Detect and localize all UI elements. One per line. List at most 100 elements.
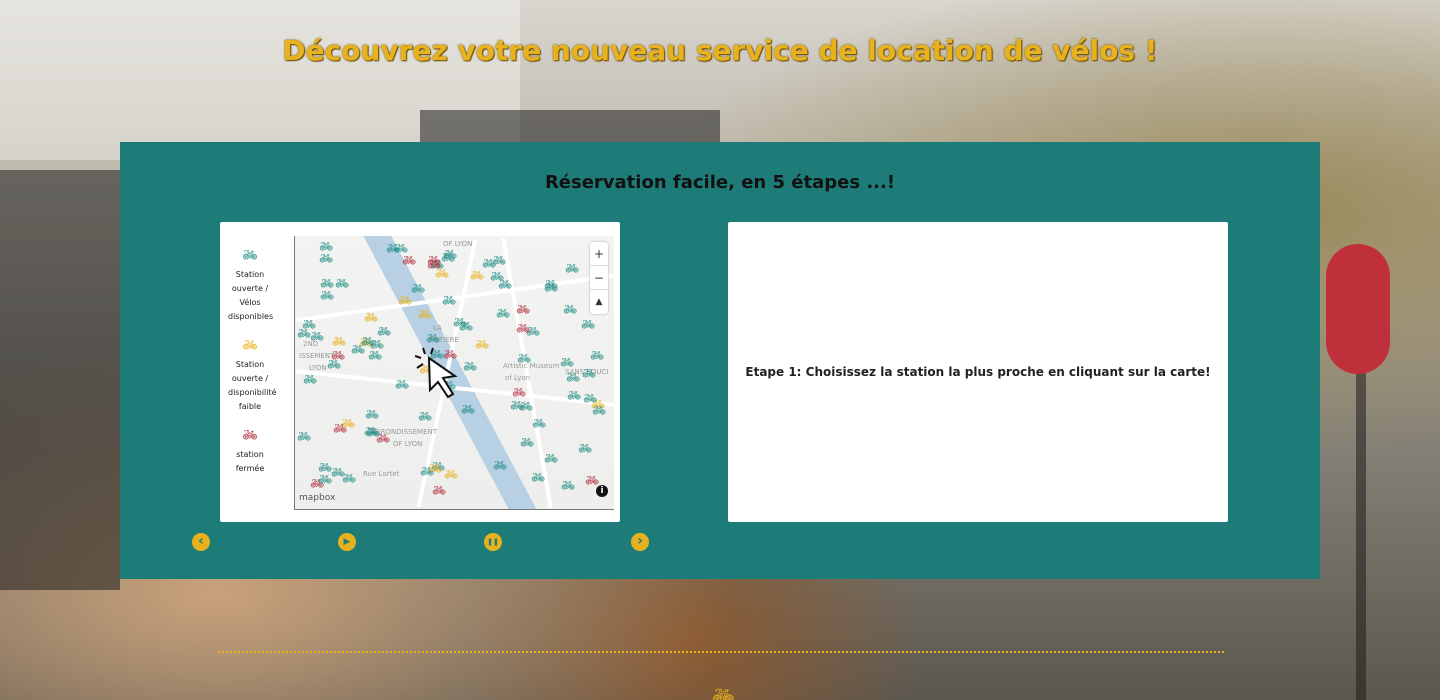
map-label: OF LYON xyxy=(443,240,473,248)
bike-icon: 🚲︎ xyxy=(242,248,258,262)
cursor-click-icon xyxy=(415,347,458,399)
station-marker[interactable]: 🚲︎ xyxy=(498,279,512,290)
station-marker[interactable]: 🚲︎ xyxy=(420,466,434,477)
slideshow-play-button[interactable]: ▶ xyxy=(338,533,356,551)
station-marker[interactable]: 🚲︎ xyxy=(578,443,592,454)
station-marker[interactable]: 🚲︎ xyxy=(402,255,416,266)
station-marker[interactable]: 🚲︎ xyxy=(565,263,579,274)
station-marker[interactable]: 🚲︎ xyxy=(592,405,606,416)
station-marker[interactable]: 🚲︎ xyxy=(303,374,317,385)
station-marker[interactable]: 🚲︎ xyxy=(418,309,432,320)
station-marker[interactable]: 🚲︎ xyxy=(297,431,311,442)
slideshow-prev-button[interactable]: ‹ xyxy=(192,533,210,551)
station-marker[interactable]: 🚲︎ xyxy=(365,409,379,420)
station-marker[interactable]: 🚲︎ xyxy=(475,339,489,350)
station-marker[interactable]: 🚲︎ xyxy=(520,437,534,448)
background-awning xyxy=(420,110,720,142)
section-divider xyxy=(218,651,1224,653)
station-marker[interactable]: 🚲︎ xyxy=(444,469,458,480)
station-marker[interactable]: 🚲︎ xyxy=(319,253,333,264)
station-map: OF LYON 2ND ISSEMENT LYON LA POTIÈRE Art… xyxy=(294,236,614,510)
station-marker[interactable]: 🚲︎ xyxy=(432,485,446,496)
map-label: Rue Lortet xyxy=(363,470,400,478)
map-legend: 🚲︎ Station ouverte / Vélos disponibles 🚲… xyxy=(228,248,277,490)
station-marker[interactable]: 🚲︎ xyxy=(426,333,440,344)
station-marker[interactable]: 🚲︎ xyxy=(441,252,455,263)
station-marker[interactable]: 🚲︎ xyxy=(333,423,347,434)
slideshow-image: 🚲︎ Station ouverte / Vélos disponibles 🚲… xyxy=(220,222,620,522)
station-marker[interactable]: 🚲︎ xyxy=(482,258,496,269)
station-marker[interactable]: 🚲︎ xyxy=(583,393,597,404)
legend-item-available: 🚲︎ Station ouverte / Vélos disponibles xyxy=(228,248,274,324)
page-title: Découvrez votre nouveau service de locat… xyxy=(282,34,1158,67)
station-marker[interactable]: 🚲︎ xyxy=(442,295,456,306)
map-label: Artistic Museum xyxy=(503,362,560,370)
background-storefront xyxy=(0,170,120,590)
station-marker[interactable]: 🚲︎ xyxy=(435,268,449,279)
station-marker[interactable]: 🚲︎ xyxy=(510,400,524,411)
legend-label: Station ouverte / disponibilité faible xyxy=(228,360,277,411)
station-marker[interactable]: 🚲︎ xyxy=(544,453,558,464)
station-marker[interactable]: 🚲︎ xyxy=(318,474,332,485)
station-marker[interactable]: 🚲︎ xyxy=(377,326,391,337)
station-marker[interactable]: 🚲︎ xyxy=(496,308,510,319)
station-marker[interactable]: 🚲︎ xyxy=(567,390,581,401)
station-marker[interactable]: 🚲︎ xyxy=(411,283,425,294)
station-marker[interactable]: 🚲︎ xyxy=(342,473,356,484)
station-marker[interactable]: 🚲︎ xyxy=(297,328,311,339)
station-marker[interactable]: 🚲︎ xyxy=(563,304,577,315)
station-marker[interactable]: 🚲︎ xyxy=(427,255,441,266)
station-marker[interactable]: 🚲︎ xyxy=(320,290,334,301)
zoom-out-button[interactable]: − xyxy=(590,266,608,290)
mapbox-logo: mapbox xyxy=(299,493,336,503)
station-marker[interactable]: 🚲︎ xyxy=(319,241,333,252)
station-marker[interactable]: 🚲︎ xyxy=(585,475,599,486)
station-marker[interactable]: 🚲︎ xyxy=(332,336,346,347)
station-marker[interactable]: 🚲︎ xyxy=(581,319,595,330)
station-marker[interactable]: 🚲︎ xyxy=(531,472,545,483)
station-marker[interactable]: 🚲︎ xyxy=(368,350,382,361)
map-zoom-controls: + − ▲ xyxy=(590,242,608,314)
legend-label: Station ouverte / Vélos disponibles xyxy=(228,270,274,321)
station-marker[interactable]: 🚲︎ xyxy=(310,331,324,342)
station-marker[interactable]: 🚲︎ xyxy=(327,359,341,370)
bike-icon: 🚲︎ xyxy=(242,338,258,352)
compass-button[interactable]: ▲ xyxy=(590,290,608,314)
station-marker[interactable]: 🚲︎ xyxy=(582,368,596,379)
station-marker[interactable]: 🚲︎ xyxy=(560,357,574,368)
station-marker[interactable]: 🚲︎ xyxy=(320,278,334,289)
station-marker[interactable]: 🚲︎ xyxy=(398,295,412,306)
map-label: of Lyon xyxy=(505,374,531,382)
station-marker[interactable]: 🚲︎ xyxy=(376,433,390,444)
bike-icon: 🚲︎ xyxy=(242,428,258,442)
reservation-panel: Réservation facile, en 5 étapes ...! 🚲︎ … xyxy=(120,142,1320,579)
station-marker[interactable]: 🚲︎ xyxy=(561,480,575,491)
slideshow-pause-button[interactable]: ❚❚ xyxy=(484,533,502,551)
zoom-in-button[interactable]: + xyxy=(590,242,608,266)
station-marker[interactable]: 🚲︎ xyxy=(361,336,375,347)
info-icon[interactable]: i xyxy=(596,485,608,497)
station-marker[interactable]: 🚲︎ xyxy=(493,460,507,471)
slideshow-next-button[interactable]: › xyxy=(631,533,649,551)
station-marker[interactable]: 🚲︎ xyxy=(318,462,332,473)
map-label: OF LYON xyxy=(393,440,423,448)
station-marker[interactable]: 🚲︎ xyxy=(364,426,378,437)
station-marker[interactable]: 🚲︎ xyxy=(453,317,467,328)
station-marker[interactable]: 🚲︎ xyxy=(335,278,349,289)
station-marker[interactable]: 🚲︎ xyxy=(590,350,604,361)
station-marker[interactable]: 🚲︎ xyxy=(395,379,409,390)
step-text: Etape 1: Choisissez la station la plus p… xyxy=(745,365,1211,379)
station-marker[interactable]: 🚲︎ xyxy=(512,387,526,398)
station-marker[interactable]: 🚲︎ xyxy=(532,418,546,429)
station-marker[interactable]: 🚲︎ xyxy=(517,353,531,364)
station-marker[interactable]: 🚲︎ xyxy=(516,304,530,315)
station-marker[interactable]: 🚲︎ xyxy=(470,270,484,281)
station-marker[interactable]: 🚲︎ xyxy=(364,312,378,323)
station-marker[interactable]: 🚲︎ xyxy=(544,282,558,293)
station-marker[interactable]: 🚲︎ xyxy=(566,372,580,383)
station-marker[interactable]: 🚲︎ xyxy=(394,243,408,254)
background-sign xyxy=(1326,244,1390,374)
panel-title: Réservation facile, en 5 étapes ...! xyxy=(544,172,896,193)
station-marker[interactable]: 🚲︎ xyxy=(516,323,530,334)
station-marker[interactable]: 🚲︎ xyxy=(418,411,432,422)
